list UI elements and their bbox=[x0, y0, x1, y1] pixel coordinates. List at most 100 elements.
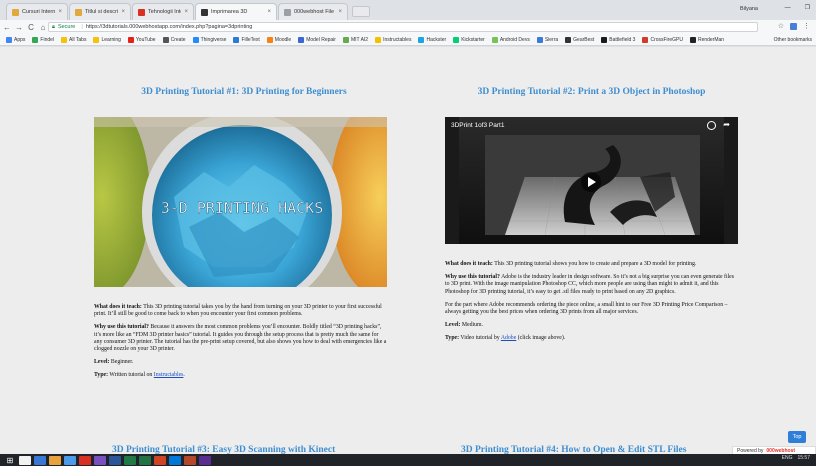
browser-tab-active[interactable]: Imprimarea 3D × bbox=[195, 3, 277, 20]
type-end: . bbox=[183, 372, 185, 379]
bookmark-item[interactable]: Learning bbox=[93, 36, 121, 43]
system-tray: ENG 15:57 bbox=[782, 455, 810, 461]
bookmark-item[interactable]: MIT AI2 bbox=[342, 36, 368, 43]
taskbar-app-icon[interactable] bbox=[154, 455, 166, 465]
bookmark-item[interactable]: GearBest bbox=[565, 36, 595, 43]
bookmark-item[interactable]: Hackster bbox=[418, 36, 446, 43]
new-tab-button[interactable] bbox=[352, 6, 370, 17]
forward-arrow-icon[interactable]: → bbox=[14, 23, 24, 32]
taskbar-app-icon[interactable] bbox=[79, 455, 91, 465]
tutorial-2-description: What does it teach: This 3D printing tut… bbox=[445, 261, 738, 349]
bookmark-item[interactable]: Instructables bbox=[375, 36, 411, 43]
tab-label: 000webhost File Manag bbox=[294, 9, 335, 15]
tab-close-icon[interactable]: × bbox=[184, 9, 188, 15]
browser-tab[interactable]: Titlul si descrierea proie × bbox=[69, 3, 131, 20]
type-label: Type: bbox=[94, 372, 109, 379]
share-icon[interactable]: ➦ bbox=[723, 120, 730, 129]
bookmark-favicon-icon bbox=[233, 36, 240, 43]
bookmark-item[interactable]: Model Repair bbox=[298, 36, 336, 43]
secure-label: Secure bbox=[57, 24, 76, 30]
taskbar-app-icon[interactable] bbox=[34, 455, 46, 465]
address-bar[interactable]: 🔒︎ Secure | https://3dtutorials.000webho… bbox=[48, 22, 758, 32]
bookmark-item[interactable]: Battlefield 3 bbox=[601, 36, 635, 43]
bookmark-item[interactable]: CrossFireGPU bbox=[642, 36, 683, 43]
browser-tab[interactable]: Tehnologii Internet 2017 × bbox=[132, 3, 194, 20]
bookmark-favicon-icon bbox=[375, 36, 382, 43]
level-text: Medium. bbox=[461, 322, 483, 329]
tab-label: Imprimarea 3D bbox=[211, 9, 248, 15]
adobe-link[interactable]: Adobe bbox=[501, 335, 516, 341]
tab-favicon-icon bbox=[284, 8, 291, 16]
tutorial-3-title: 3D Printing Tutorial #3: Easy 3D Scannin… bbox=[112, 445, 336, 454]
taskbar-app-icon[interactable] bbox=[124, 455, 136, 465]
taskbar-app-icon[interactable] bbox=[49, 455, 61, 465]
reload-icon[interactable]: C bbox=[26, 23, 36, 32]
bookmark-star-icon[interactable]: ☆ bbox=[778, 22, 784, 30]
bookmark-item[interactable]: Thingiverse bbox=[192, 36, 226, 43]
bookmark-favicon-icon bbox=[565, 36, 572, 43]
type-text: Written tutorial on bbox=[109, 372, 153, 379]
window-controls: — ❐ bbox=[785, 4, 810, 12]
tab-label: Tehnologii Internet 2017 bbox=[148, 9, 181, 15]
watch-later-icon[interactable] bbox=[707, 121, 716, 130]
bookmark-item[interactable]: Apps bbox=[6, 36, 25, 43]
extension-icon[interactable] bbox=[790, 23, 797, 30]
bookmark-item[interactable]: Sierra bbox=[536, 36, 559, 43]
bookmark-item[interactable]: All Tabs bbox=[61, 36, 87, 43]
maximize-icon[interactable]: ❐ bbox=[805, 4, 810, 11]
tutorial-1-image[interactable]: 3-D PRINTING HACKS bbox=[94, 117, 387, 287]
home-icon[interactable]: ⌂ bbox=[38, 23, 48, 32]
clock[interactable]: 15:57 bbox=[797, 455, 810, 461]
taskbar-app-icon[interactable] bbox=[169, 455, 181, 465]
windows-start-icon[interactable]: ⊞ bbox=[4, 456, 16, 465]
tutorial-1-title: 3D Printing Tutorial #1: 3D Printing for… bbox=[141, 87, 347, 97]
video-title: 3DPrint 1of3 Part1 bbox=[451, 122, 505, 129]
tab-close-icon[interactable]: × bbox=[58, 9, 62, 15]
bookmark-label: GearBest bbox=[573, 36, 595, 43]
browser-tab[interactable]: Cursuri Internet Technolo × bbox=[6, 3, 68, 20]
bookmark-favicon-icon bbox=[61, 36, 68, 43]
tab-close-icon[interactable]: × bbox=[338, 9, 342, 15]
back-arrow-icon[interactable]: ← bbox=[2, 23, 12, 32]
taskbar-app-icon[interactable] bbox=[139, 455, 151, 465]
menu-icon[interactable]: ⋮ bbox=[803, 22, 810, 30]
browser-toolbar: ← → C ⌂ 🔒︎ Secure | https://3dtutorials.… bbox=[0, 20, 816, 34]
extra-text: For the part where Adobe recommends orde… bbox=[445, 301, 728, 316]
bookmark-item[interactable]: YouTube bbox=[127, 36, 156, 43]
jars-illustration: 3-D PRINTING HACKS bbox=[94, 117, 387, 287]
taskbar-app-icon[interactable] bbox=[109, 455, 121, 465]
level-text: Beginner. bbox=[110, 359, 134, 366]
os-taskbar: ⊞ ENG 15:57 bbox=[0, 454, 816, 466]
bookmark-item[interactable]: Android Devs bbox=[491, 36, 530, 43]
bookmark-label: Sierra bbox=[544, 36, 559, 43]
profile-name[interactable]: Bilyana bbox=[740, 6, 758, 12]
tab-close-icon[interactable]: × bbox=[267, 9, 271, 15]
other-bookmarks[interactable]: Other bookmarks bbox=[774, 37, 812, 43]
browser-tab[interactable]: 000webhost File Manag × bbox=[278, 3, 348, 20]
language-indicator[interactable]: ENG bbox=[782, 455, 793, 461]
taskbar-app-icon[interactable] bbox=[19, 455, 31, 465]
taskbar-app-icon[interactable] bbox=[94, 455, 106, 465]
powered-by-badge[interactable]: Powered by 000webhost bbox=[732, 446, 816, 454]
bookmark-favicon-icon bbox=[453, 36, 460, 43]
bookmark-item[interactable]: Findel bbox=[32, 36, 55, 43]
bookmark-item[interactable]: FilleText bbox=[233, 36, 260, 43]
bookmark-item[interactable]: Create bbox=[162, 36, 186, 43]
bookmark-favicon-icon bbox=[6, 36, 12, 43]
taskbar-app-icon[interactable] bbox=[184, 455, 196, 465]
bookmark-label: Findel bbox=[40, 36, 55, 43]
tab-label: Titlul si descrierea proie bbox=[85, 9, 118, 15]
taskbar-app-icon[interactable] bbox=[199, 455, 211, 465]
tab-favicon-icon bbox=[75, 8, 82, 16]
taskbar-app-icon[interactable] bbox=[64, 455, 76, 465]
lock-icon: 🔒︎ bbox=[52, 23, 55, 30]
tutorial-2-video[interactable]: 3DPrint 1of3 Part1 ➦ bbox=[445, 117, 738, 244]
bookmark-label: All Tabs bbox=[69, 36, 87, 43]
minimize-icon[interactable]: — bbox=[785, 5, 791, 11]
instructables-link[interactable]: Instructables bbox=[154, 372, 184, 378]
tab-close-icon[interactable]: × bbox=[121, 9, 125, 15]
bookmark-item[interactable]: Moodle bbox=[266, 36, 291, 43]
bookmark-item[interactable]: RenderMan bbox=[689, 36, 724, 43]
bookmark-item[interactable]: Kickstarter bbox=[453, 36, 485, 43]
scroll-top-button[interactable]: Top bbox=[788, 431, 806, 443]
